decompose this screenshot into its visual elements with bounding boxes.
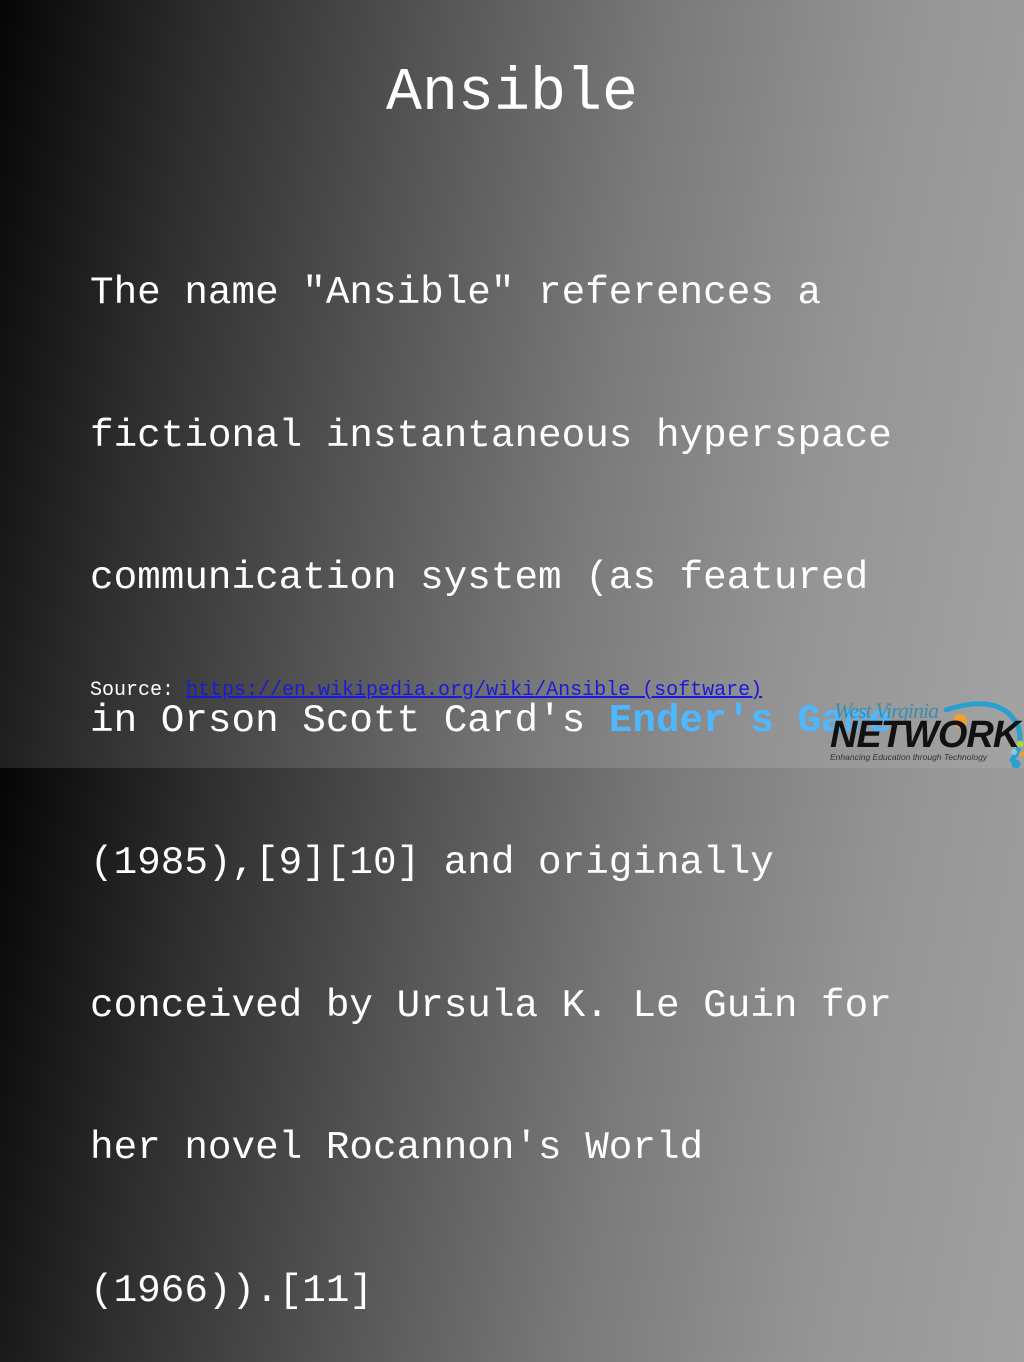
slide-title: Ansible [0, 58, 1024, 130]
logo-tagline: Enhancing Education through Technology [830, 752, 987, 762]
logo-network-text: NETWORK [830, 716, 1019, 754]
body-line: (1966)).[11] [90, 1267, 930, 1315]
small-orange-dot-icon [1020, 752, 1024, 757]
body-line: (1985),[9][10] and originally [90, 839, 930, 887]
source-citation: Source: https://en.wikipedia.org/wiki/An… [90, 679, 762, 703]
body-line: fictional instantaneous hyperspace [90, 412, 930, 460]
body-line: conceived by Ursula K. Le Guin for [90, 982, 930, 1030]
body-line: communication system (as featured [90, 554, 930, 602]
source-label: Source: [90, 679, 186, 702]
body-line-text: in Orson Scott Card's [90, 698, 609, 743]
body-line: in Orson Scott Card's Ender's Game [90, 697, 930, 745]
body-line: The name "Ansible" references a [90, 269, 930, 317]
wvn-logo: West Virginia NETWORK Enhancing Educatio… [826, 696, 1024, 768]
source-link[interactable]: https://en.wikipedia.org/wiki/Ansible (s… [186, 679, 762, 702]
body-line: her novel Rocannon's World [90, 1124, 930, 1172]
